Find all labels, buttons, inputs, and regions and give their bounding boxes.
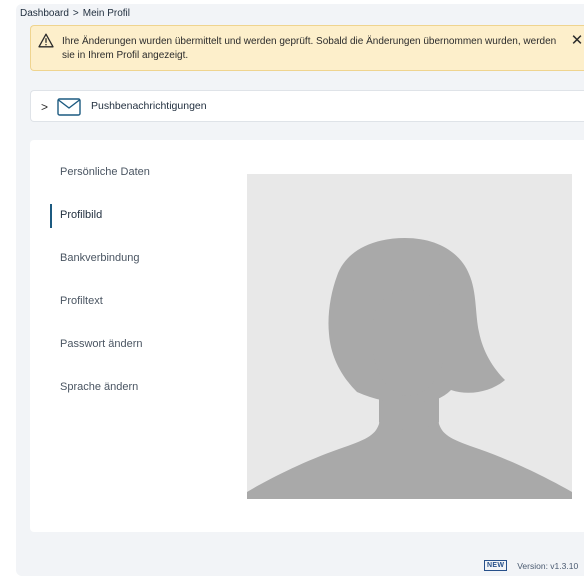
nav-item-personal-data[interactable]: Persönliche Daten	[60, 164, 150, 180]
nav-item-change-language[interactable]: Sprache ändern	[60, 379, 138, 395]
push-notifications-accordion[interactable]: > Pushbenachrichtigungen	[30, 90, 584, 122]
breadcrumb-separator: >	[72, 8, 79, 19]
warning-icon	[38, 33, 54, 48]
profile-card: Persönliche Daten Profilbild Bankverbind…	[30, 140, 584, 532]
breadcrumb-dashboard-link[interactable]: Dashboard	[20, 8, 69, 19]
profile-picture[interactable]	[247, 174, 572, 499]
review-notice-alert: Ihre Änderungen wurden übermittelt und w…	[30, 25, 584, 71]
nav-item-change-password[interactable]: Passwort ändern	[60, 336, 143, 352]
version-label: Version: v1.3.10	[517, 560, 579, 571]
alert-message: Ihre Änderungen wurden übermittelt und w…	[62, 36, 557, 61]
page: Dashboard > Mein Profil Ihre Änderungen …	[0, 0, 584, 576]
avatar-silhouette	[247, 238, 572, 499]
nav-item-profile-picture[interactable]: Profilbild	[60, 207, 102, 223]
nav-item-profile-text[interactable]: Profiltext	[60, 293, 103, 309]
nav-item-bank-details[interactable]: Bankverbindung	[60, 250, 140, 266]
profile-nav: Persönliche Daten Profilbild Bankverbind…	[30, 140, 230, 532]
breadcrumb: Dashboard > Mein Profil	[20, 8, 130, 19]
new-badge[interactable]: NEW	[484, 560, 508, 571]
chevron-right-icon: >	[41, 100, 49, 114]
breadcrumb-current: Mein Profil	[82, 8, 131, 19]
mail-icon	[57, 98, 81, 116]
close-icon[interactable]: ✕	[570, 33, 584, 49]
accordion-label: Pushbenachrichtigungen	[91, 100, 207, 112]
active-indicator	[50, 204, 52, 228]
app-footer: NEW Version: v1.3.10	[484, 560, 578, 571]
